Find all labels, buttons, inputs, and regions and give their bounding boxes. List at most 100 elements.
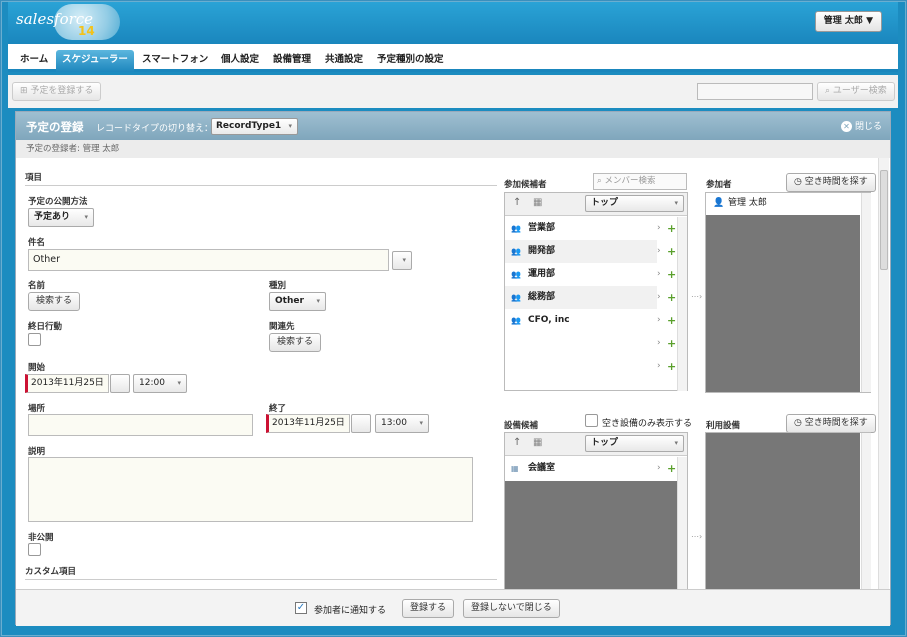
dialog-scrollbar[interactable] [878,158,889,594]
description-textarea[interactable] [28,457,473,522]
chevron-down-icon: ▾ [316,297,320,305]
up-arrow-icon[interactable]: ↑ [513,437,521,448]
drag-handle-icon[interactable]: ⋯› [691,532,702,541]
related-search-button[interactable]: 検索する [269,333,322,352]
add-icon[interactable]: + [667,355,677,378]
calendar-icon[interactable] [351,414,371,433]
tab-event-type-settings[interactable]: 予定種別の設定 [371,50,450,72]
equipment-top-select[interactable]: トップ ▾ [585,435,684,452]
scroll-thumb[interactable] [880,170,888,270]
allday-checkbox[interactable] [28,333,41,346]
candidate-group-row[interactable]: 👥 総務部 [505,286,657,309]
used-equipment-title: 利用設備 [706,421,741,431]
place-label: 場所 [28,404,46,414]
equipment-scrollbar[interactable] [677,457,687,591]
grid-icon: ▦ [511,464,519,473]
registrant-line: 予定の登録者: 管理 太郎 [16,140,890,158]
related-label: 関連先 [269,322,295,332]
place-input[interactable] [28,414,253,436]
up-arrow-icon[interactable]: ↑ [513,197,521,208]
private-label: 非公開 [28,533,54,543]
group-icon: 👥 [511,224,521,233]
used-equipment-scrollbar[interactable] [861,433,871,591]
register-button[interactable]: 登録する [402,599,455,618]
name-label: 名前 [28,281,46,291]
divider [25,185,497,186]
subject-picker-button[interactable]: ▾ [392,251,412,270]
used-equipment-empty-area [706,433,860,591]
end-time-select[interactable]: 13:00 ▾ [375,414,429,433]
user-menu-button[interactable]: 管理 太郎 ▼ [814,11,882,32]
calendar-icon[interactable] [110,374,130,393]
tab-personal-settings[interactable]: 個人設定 [215,50,265,72]
end-date-input[interactable]: 2013年11月25日 [266,414,350,433]
participants-list: 👤 管理 太郎 [705,192,871,393]
close-dialog-button[interactable]: ✕ 閉じる [840,119,882,132]
participant-row[interactable]: 👤 管理 太郎 [706,193,860,214]
candidate-group-row[interactable]: 👥 CFO, inc [505,309,657,332]
type-label: 種別 [269,281,287,291]
publish-select[interactable]: 予定あり ▾ [28,208,94,227]
candidate-group-row[interactable]: 👥 運用部 [505,263,657,286]
clock-icon: ◷ [794,177,805,187]
name-search-button[interactable]: 検索する [28,292,81,311]
section-items-heading: 項目 [25,173,43,183]
add-icon[interactable]: + [667,217,677,240]
chevron-down-icon: ▾ [84,213,88,221]
dialog-title: 予定の登録 [26,120,84,134]
drag-handle-icon[interactable]: ⋯› [691,292,702,301]
subject-label: 件名 [28,238,46,248]
equipment-find-free-button[interactable]: ◷ 空き時間を探す [786,414,876,433]
group-icon: 👥 [511,293,521,302]
start-date-input[interactable]: 2013年11月25日 [25,374,109,393]
event-dialog: 予定の登録 レコードタイプの切り替え： RecordType1 ▾ ✕ 閉じる 予定… [15,111,891,625]
participants-scrollbar[interactable] [861,193,871,392]
salesforce-logo: salesforce 14 [14,4,124,42]
tab-bar: ホーム スケジューラー スマートフォン 個人設定 設備管理 共通設定 予定種別の… [8,44,898,72]
candidate-group-row[interactable]: 👥 開発部 [505,240,657,263]
tab-scheduler[interactable]: スケジューラー [56,50,134,72]
add-icon[interactable]: + [667,286,677,309]
end-label: 終了 [269,404,287,414]
candidates-top-select[interactable]: トップ ▾ [585,195,684,212]
private-checkbox[interactable] [28,543,41,556]
tab-home[interactable]: ホーム [14,50,54,72]
group-icon: 👥 [511,270,521,279]
chevron-down-icon: ▾ [419,419,423,427]
calendar-add-icon: ⊞ [20,86,31,96]
org-icon[interactable]: ▦ [533,197,542,208]
publish-label: 予定の公開方法 [28,197,88,207]
notify-checkbox[interactable]: ✓ [295,602,307,614]
user-search-input[interactable] [697,83,813,100]
chevron-down-icon: ▾ [402,256,406,264]
participants-empty-area [706,215,860,392]
equipment-row[interactable]: ▦ 会議室 [505,457,657,480]
user-search-button[interactable]: ⌕ ユーザー検索 [817,82,895,101]
org-icon[interactable]: ▦ [533,437,542,448]
subject-input[interactable]: Other [28,249,389,271]
chevron-down-icon: ▾ [674,439,678,447]
add-icon[interactable]: + [667,263,677,286]
add-icon[interactable]: + [667,332,677,355]
record-type-select[interactable]: RecordType1 ▾ [211,118,298,135]
tab-equipment-management[interactable]: 設備管理 [267,50,317,72]
only-free-checkbox[interactable] [585,414,598,427]
add-icon[interactable]: + [667,240,677,263]
only-free-label: 空き設備のみ表示する [602,419,693,429]
close-without-register-button[interactable]: 登録しないで閉じる [463,599,560,618]
tab-common-settings[interactable]: 共通設定 [319,50,369,72]
search-icon: ⌕ [825,86,833,96]
participants-find-free-button[interactable]: ◷ 空き時間を探す [786,173,876,192]
app-header: salesforce 14 管理 太郎 ▼ [8,2,898,44]
register-event-button[interactable]: ⊞ 予定を登録する [12,82,102,101]
start-time-select[interactable]: 12:00 ▾ [133,374,187,393]
type-select[interactable]: Other ▾ [269,292,326,311]
add-icon[interactable]: + [667,309,677,332]
tab-smartphone[interactable]: スマートフォン [136,50,214,72]
dialog-header: 予定の登録 レコードタイプの切り替え： RecordType1 ▾ ✕ 閉じる [16,112,890,140]
used-equipment-list [705,432,871,592]
add-icon[interactable]: + [667,457,677,480]
candidates-scrollbar[interactable] [677,217,687,391]
member-search-input[interactable]: ⌕ メンバー検索 [593,173,687,190]
candidate-group-row[interactable]: 👥 営業部 [505,217,657,240]
